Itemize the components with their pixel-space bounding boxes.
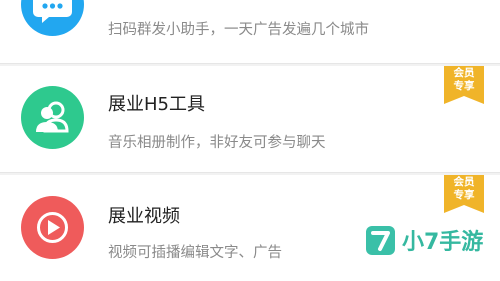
play-icon (21, 196, 84, 259)
item-description: 视频可插播编辑文字、广告 (108, 245, 282, 261)
chat-bubble-icon (21, 0, 84, 36)
item-title: 展业视频 (108, 206, 180, 227)
watermark: 小7手游 (366, 222, 483, 258)
list-item-group-message[interactable]: 扫码群发小助手，一天广告发遍几个城市 (0, 0, 500, 64)
watermark-logo-icon (366, 225, 395, 255)
badge-text: 会员 专享 (453, 176, 475, 201)
list-item-h5-tool[interactable]: 展业H5工具 音乐相册制作，非好友可参与聊天 会员 专享 (0, 66, 500, 173)
member-badge: 会员 专享 (444, 175, 484, 213)
badge-text: 会员 专享 (453, 67, 475, 92)
people-icon (21, 86, 84, 149)
item-description: 扫码群发小助手，一天广告发遍几个城市 (108, 22, 369, 38)
watermark-text: 小7手游 (402, 230, 484, 255)
item-title: 展业H5工具 (108, 94, 205, 115)
item-description: 音乐相册制作，非好友可参与聊天 (108, 135, 326, 151)
member-badge: 会员 专享 (444, 66, 484, 104)
